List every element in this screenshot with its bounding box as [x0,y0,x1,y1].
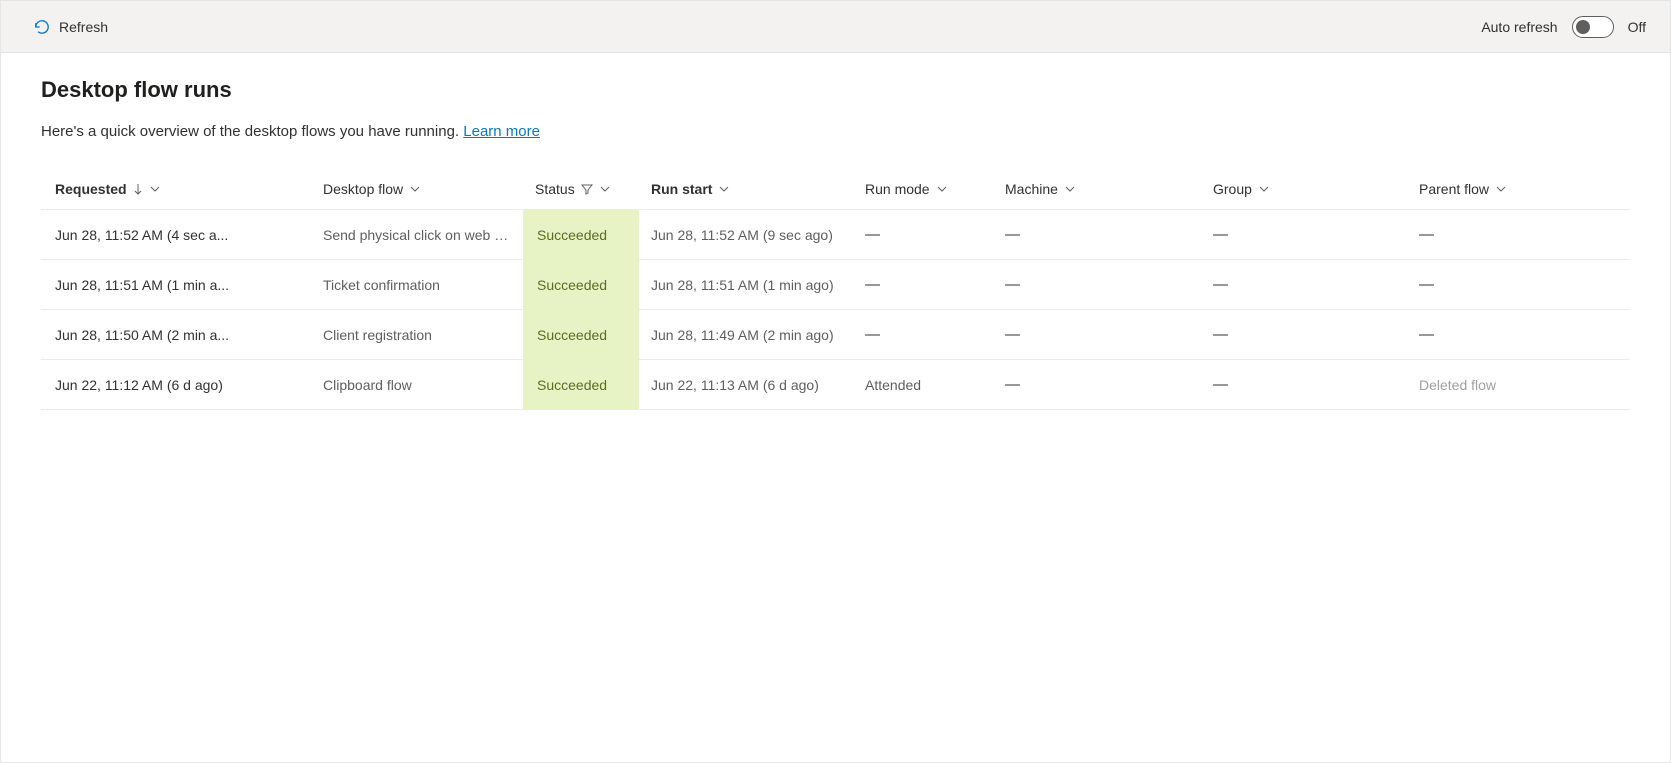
column-header-group[interactable]: Group [1201,181,1407,197]
chevron-down-icon [409,183,421,195]
cell-requested: Jun 28, 11:52 AM (4 sec a... [55,227,228,243]
status-badge: Succeeded [523,310,639,360]
cell-requested: Jun 28, 11:51 AM (1 min a... [55,277,229,293]
cell-run-mode: — [865,226,880,243]
cell-parent-flow: Deleted flow [1419,377,1496,393]
column-label: Requested [55,181,127,197]
column-label: Parent flow [1419,181,1489,197]
refresh-icon [33,18,51,36]
table-row[interactable]: Jun 28, 11:52 AM (4 sec a... Send physica… [41,210,1630,260]
cell-desktop-flow: Ticket confirmation [323,277,440,293]
cell-desktop-flow: Send physical click on web e... [323,227,511,243]
toolbar-right: Auto refresh Off [1481,16,1646,38]
cell-requested: Jun 28, 11:50 AM (2 min a... [55,327,229,343]
page-title: Desktop flow runs [41,77,1630,103]
column-header-machine[interactable]: Machine [993,181,1201,197]
column-header-requested[interactable]: Requested [41,181,311,197]
column-label: Run mode [865,181,930,197]
page-subtitle: Here's a quick overview of the desktop f… [41,123,1630,140]
column-header-desktop-flow[interactable]: Desktop flow [311,181,523,197]
chevron-down-icon [599,183,611,195]
column-label: Run start [651,181,712,197]
status-badge: Succeeded [523,360,639,410]
cell-run-mode: — [865,276,880,293]
cell-run-start: Jun 28, 11:51 AM (1 min ago) [651,277,834,293]
cell-run-mode: Attended [865,377,921,393]
cell-desktop-flow: Clipboard flow [323,377,412,393]
cell-run-start: Jun 22, 11:13 AM (6 d ago) [651,377,819,393]
column-header-run-mode[interactable]: Run mode [853,181,993,197]
filter-icon [581,183,593,195]
status-badge: Succeeded [523,210,639,260]
auto-refresh-state: Off [1628,19,1646,35]
chevron-down-icon [1495,183,1507,195]
table-row[interactable]: Jun 28, 11:50 AM (2 min a... Client regis… [41,310,1630,360]
column-header-parent-flow[interactable]: Parent flow [1407,181,1587,197]
column-label: Machine [1005,181,1058,197]
table-body: Jun 28, 11:52 AM (4 sec a... Send physica… [41,210,1630,410]
cell-run-start: Jun 28, 11:52 AM (9 sec ago) [651,227,833,243]
table-header-row: Requested Desktop flow [41,168,1630,210]
cell-desktop-flow: Client registration [323,327,432,343]
refresh-button[interactable]: Refresh [25,12,116,42]
column-header-status[interactable]: Status [523,181,639,197]
auto-refresh-label: Auto refresh [1481,19,1557,35]
column-label: Status [535,181,575,197]
cell-group: — [1213,376,1228,393]
cell-group: — [1213,326,1228,343]
cell-parent-flow: — [1419,326,1434,343]
cell-group: — [1213,226,1228,243]
toolbar-left: Refresh [25,12,116,42]
cell-machine: — [1005,226,1020,243]
table-row[interactable]: Jun 28, 11:51 AM (1 min a... Ticket confi… [41,260,1630,310]
cell-requested: Jun 22, 11:12 AM (6 d ago) [55,377,223,393]
toolbar: Refresh Auto refresh Off [1,1,1670,53]
cell-run-start: Jun 28, 11:49 AM (2 min ago) [651,327,834,343]
refresh-label: Refresh [59,19,108,35]
chevron-down-icon [1064,183,1076,195]
learn-more-link[interactable]: Learn more [463,123,540,140]
chevron-down-icon [718,183,730,195]
chevron-down-icon [936,183,948,195]
content-area: Desktop flow runs Here's a quick overvie… [1,53,1670,434]
auto-refresh-toggle[interactable] [1572,16,1614,38]
table-row[interactable]: Jun 22, 11:12 AM (6 d ago) Clipboard flow… [41,360,1630,410]
status-badge: Succeeded [523,260,639,310]
chevron-down-icon [1258,183,1270,195]
cell-group: — [1213,276,1228,293]
column-header-run-start[interactable]: Run start [639,181,853,197]
cell-machine: — [1005,276,1020,293]
cell-parent-flow: — [1419,276,1434,293]
flow-runs-table: Requested Desktop flow [41,168,1630,410]
column-label: Desktop flow [323,181,403,197]
cell-parent-flow: — [1419,226,1434,243]
cell-machine: — [1005,376,1020,393]
column-label: Group [1213,181,1252,197]
subtitle-text: Here's a quick overview of the desktop f… [41,123,463,140]
cell-run-mode: — [865,326,880,343]
chevron-down-icon [149,183,161,195]
toggle-thumb [1576,20,1590,34]
sort-down-icon [133,183,143,195]
cell-machine: — [1005,326,1020,343]
